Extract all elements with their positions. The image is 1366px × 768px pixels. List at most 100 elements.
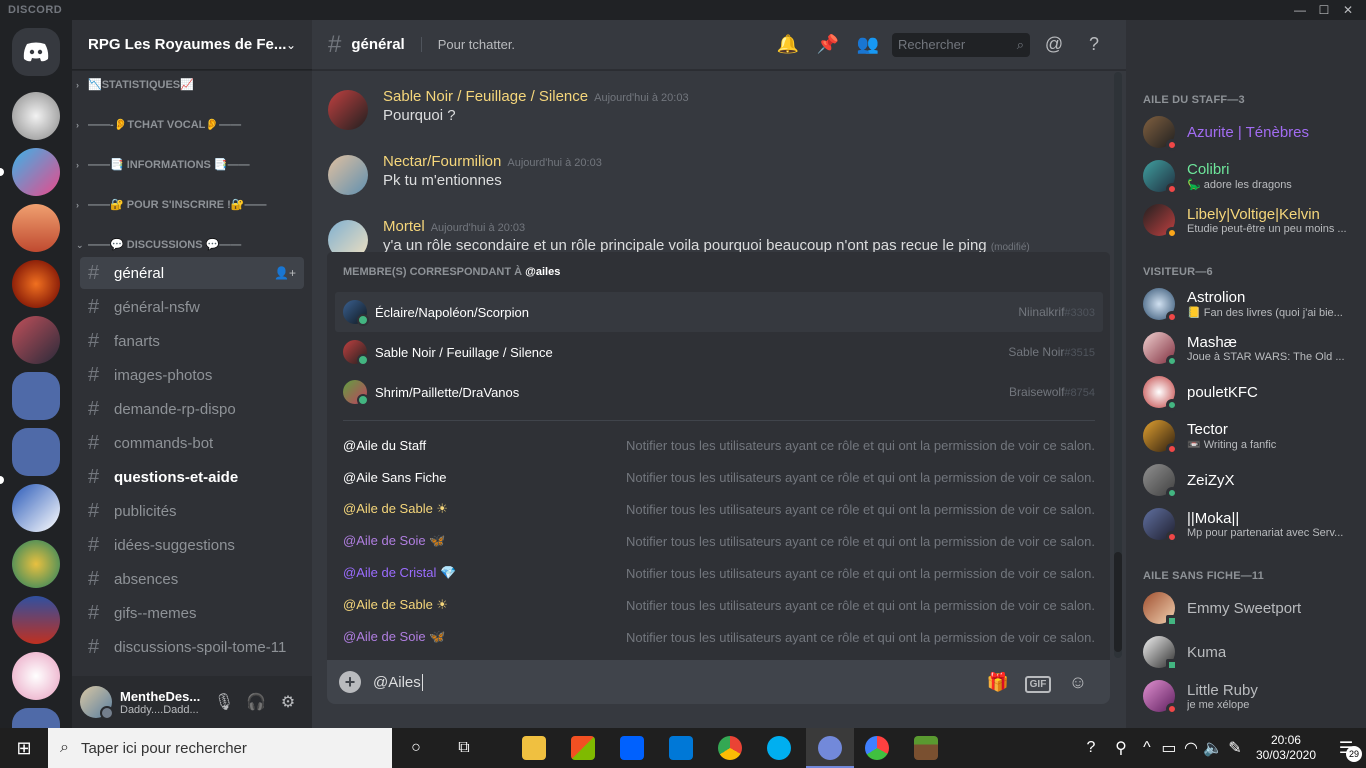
autocomplete-role[interactable]: @Aile de Soie 🦋 Notifier tous les utilisa… [335,621,1103,653]
scrollbar-thumb[interactable] [1114,552,1122,652]
dropbox-icon[interactable] [620,736,644,760]
server-icon[interactable] [12,260,60,308]
mail-icon[interactable] [669,736,693,760]
autocomplete-role[interactable]: @Aile de Soie 🦋 Notifier tous les utilisa… [335,525,1103,557]
avatar[interactable] [328,220,368,252]
bell-icon[interactable]: 🔔 [772,29,804,61]
autocomplete-role[interactable]: @Aile de Sable ☀ Notifier tous les utilis… [335,493,1103,525]
channel-general-nsfw[interactable]: # général-nsfw [80,291,304,323]
cortana-icon[interactable]: ○ [392,728,440,768]
upload-plus-icon[interactable]: + [339,671,361,693]
message-author[interactable]: Sable Noir / Feuillage / Silence [383,88,588,105]
help-icon[interactable]: ? [1076,728,1106,768]
channel-commands-bot[interactable]: # commands-bot [80,427,304,459]
server-icon[interactable] [12,148,60,196]
headphones-icon[interactable]: 🎧 [240,686,272,718]
member-item[interactable]: Emmy Sweetport [1143,586,1358,630]
member-item[interactable]: Mashæ Joue à STAR WARS: The Old ... [1143,326,1358,370]
channel-fanarts[interactable]: # fanarts [80,325,304,357]
taskbar-search-input[interactable]: ⌕ Taper ici pour rechercher [48,728,392,768]
invite-icon[interactable]: 👤+ [274,266,296,280]
server-folder[interactable] [12,428,60,476]
server-icon[interactable] [12,652,60,700]
autocomplete-member[interactable]: Shrim/Paillette/DraVanos Braisewolf#8754 [335,372,1103,412]
member-item[interactable]: ZeiZyX [1143,458,1358,502]
channel-absences[interactable]: # absences [80,563,304,595]
people-icon[interactable]: ⚲ [1106,728,1136,768]
member-item[interactable]: Little Ruby je me xélope [1143,674,1358,718]
server-icon[interactable] [12,204,60,252]
volume-icon[interactable]: 🔈 [1202,728,1224,768]
autocomplete-member[interactable]: Éclaire/Napoléon/Scorpion Niinalkrif#330… [335,292,1103,332]
autocomplete-role[interactable]: @Aile Sans Fiche Notifier tous les utilis… [335,461,1103,493]
server-header[interactable]: RPG Les Royaumes de Fe... ⌄ [72,20,312,70]
minecraft-icon[interactable] [914,736,938,760]
server-icon[interactable] [12,316,60,364]
microphone-icon[interactable]: 🎙 [208,686,240,718]
members-icon[interactable]: 👥 [852,29,884,61]
avatar[interactable] [80,686,114,720]
discord-home-button[interactable] [12,28,60,76]
pen-icon[interactable]: ✎ [1224,728,1246,768]
channel-questions-et-aide[interactable]: # questions-et-aide [80,461,304,493]
channel-gifs-memes[interactable]: # gifs--memes [80,597,304,629]
avatar[interactable] [328,155,368,195]
autocomplete-role[interactable]: @Aile de Sable ☀ Notifier tous les utilis… [335,589,1103,621]
server-icon[interactable] [12,92,60,140]
autocomplete-member[interactable]: Sable Noir / Feuillage / Silence Sable N… [335,332,1103,372]
discord-icon[interactable] [818,736,842,760]
member-item[interactable]: Azurite | Ténèbres [1143,110,1358,154]
pin-icon[interactable]: 📌 [812,29,844,61]
message-input[interactable]: @Ailes [373,673,978,691]
member-item[interactable]: Kuma [1143,630,1358,674]
category-informations[interactable]: › ——📑 INFORMATIONS 📑—— [76,158,250,171]
search-input[interactable]: Rechercher ⌕ [892,32,1030,57]
clock[interactable]: 20:06 30/03/2020 [1256,733,1316,763]
scrollbar[interactable] [1114,72,1122,658]
member-item[interactable]: ||Moka|| Mp pour partenariat avec Serv... [1143,502,1358,546]
windows-start-icon[interactable]: ⊞ [0,728,48,768]
member-item[interactable]: Tector 📼 Writing a fanfic [1143,414,1358,458]
mention-icon[interactable]: @ [1038,29,1070,61]
server-icon[interactable] [12,540,60,588]
avatar[interactable] [328,90,368,130]
file-explorer-icon[interactable] [522,736,546,760]
category-discussions[interactable]: ⌄ ——💬 DISCUSSIONS 💬—— [76,238,241,251]
autocomplete-role[interactable]: @Aile du Staff Notifier tous les utilisat… [335,429,1103,461]
wifi-icon[interactable]: ◠ [1180,728,1202,768]
notification-center-icon[interactable]: ☰ 29 [1326,728,1366,768]
autocomplete-role[interactable]: @Aile de Cristal 💎 Notifier tous les util… [335,557,1103,589]
close-icon[interactable]: ✕ [1338,2,1358,18]
battery-icon[interactable]: ▭ [1158,728,1180,768]
category-tchat-vocal[interactable]: › ——-👂TCHAT VOCAL👂—— [76,118,241,131]
message-author[interactable]: Nectar/Fourmilion [383,153,501,170]
member-item[interactable]: pouletKFC [1143,370,1358,414]
emoji-icon[interactable]: ☺ [1058,672,1098,693]
paint3d-icon[interactable] [865,736,889,760]
channel-publicites[interactable]: # publicités [80,495,304,527]
server-folder[interactable] [12,708,60,728]
task-view-icon[interactable]: ⧉ [440,728,488,768]
server-folder[interactable] [12,372,60,420]
channel-images-photos[interactable]: # images-photos [80,359,304,391]
server-icon[interactable] [12,484,60,532]
chevron-up-icon[interactable]: ^ [1136,728,1158,768]
message-author[interactable]: Mortel [383,218,425,235]
channel-general[interactable]: # général 👤+ [80,257,304,289]
help-icon[interactable]: ? [1078,29,1110,61]
gif-icon[interactable]: GIF [1018,671,1058,693]
maximize-icon[interactable]: ☐ [1314,2,1334,18]
member-item[interactable]: Astrolion 📒 Fan des livres (quoi j'ai bie… [1143,282,1358,326]
minimize-icon[interactable]: — [1290,2,1310,18]
channel-idees-suggestions[interactable]: # idées-suggestions [80,529,304,561]
channel-discussions-spoil[interactable]: # discussions-spoil-tome-11 [80,631,304,663]
channel-demande-rp-dispo[interactable]: # demande-rp-dispo [80,393,304,425]
category-statistiques[interactable]: › 📉STATISTIQUES📈 [76,78,194,91]
gift-icon[interactable]: 🎁 [978,672,1018,693]
skype-icon[interactable] [767,736,791,760]
store-icon[interactable] [571,736,595,760]
member-item[interactable]: Libely|Voltige|Kelvin Etudie peut-être un… [1143,198,1358,242]
server-icon[interactable] [12,596,60,644]
member-item[interactable]: Colibri 🦕 adore les dragons [1143,154,1358,198]
category-inscription[interactable]: › ——🔐 POUR S'INSCRIRE !🔐—— [76,198,267,211]
